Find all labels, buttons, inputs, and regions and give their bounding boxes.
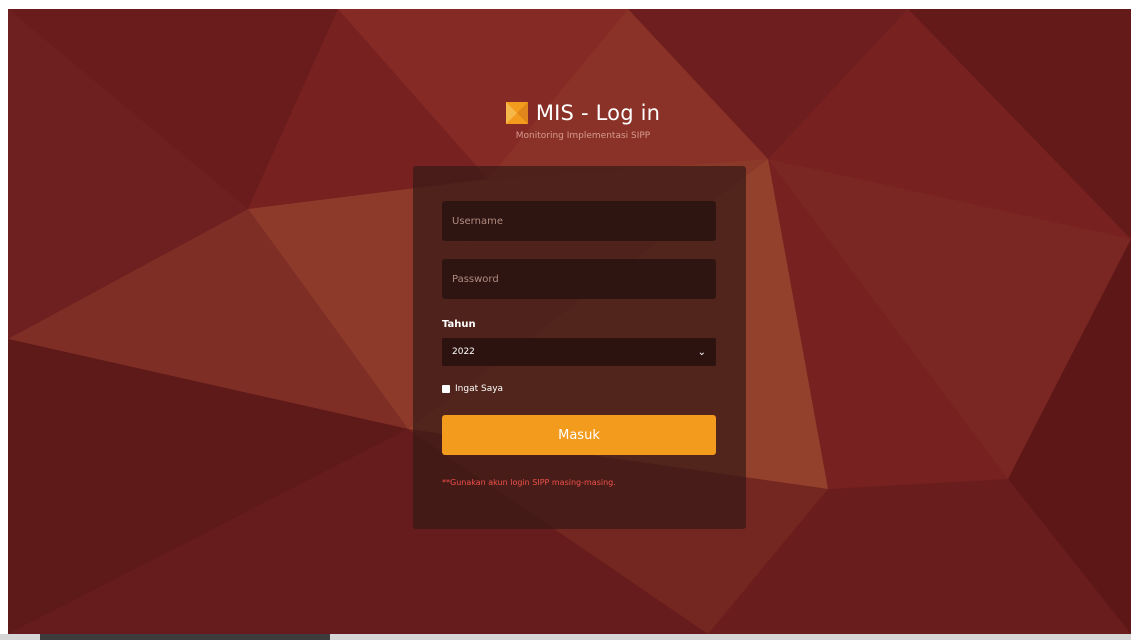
scrollbar-thumb[interactable]	[40, 634, 330, 640]
mis-logo-icon	[505, 102, 528, 124]
bottom-scrollbar	[0, 634, 1131, 640]
remember-label: Ingat Saya	[455, 384, 504, 394]
password-input[interactable]	[442, 259, 716, 299]
login-button[interactable]: Masuk	[442, 415, 716, 455]
brand-row: MIS - Log in	[478, 97, 688, 129]
app-title: MIS - Log in	[535, 101, 661, 125]
remember-me[interactable]: Ingat Saya	[442, 384, 503, 394]
login-header: MIS - Log in Monitoring Implementasi SIP…	[478, 97, 688, 141]
year-select-value: 2022	[452, 347, 475, 357]
login-page-background: MIS - Log in Monitoring Implementasi SIP…	[8, 9, 1131, 634]
year-select[interactable]: 2022 ⌄	[442, 338, 716, 366]
username-input[interactable]	[442, 201, 716, 241]
login-panel: Tahun 2022 ⌄ Ingat Saya Masuk **Gunakan …	[413, 166, 746, 529]
year-label: Tahun	[442, 319, 476, 330]
app-subtitle: Monitoring Implementasi SIPP	[515, 131, 651, 141]
remember-checkbox[interactable]	[442, 385, 450, 393]
chevron-down-icon: ⌄	[697, 346, 706, 358]
login-note: **Gunakan akun login SIPP masing-masing.	[442, 478, 616, 487]
